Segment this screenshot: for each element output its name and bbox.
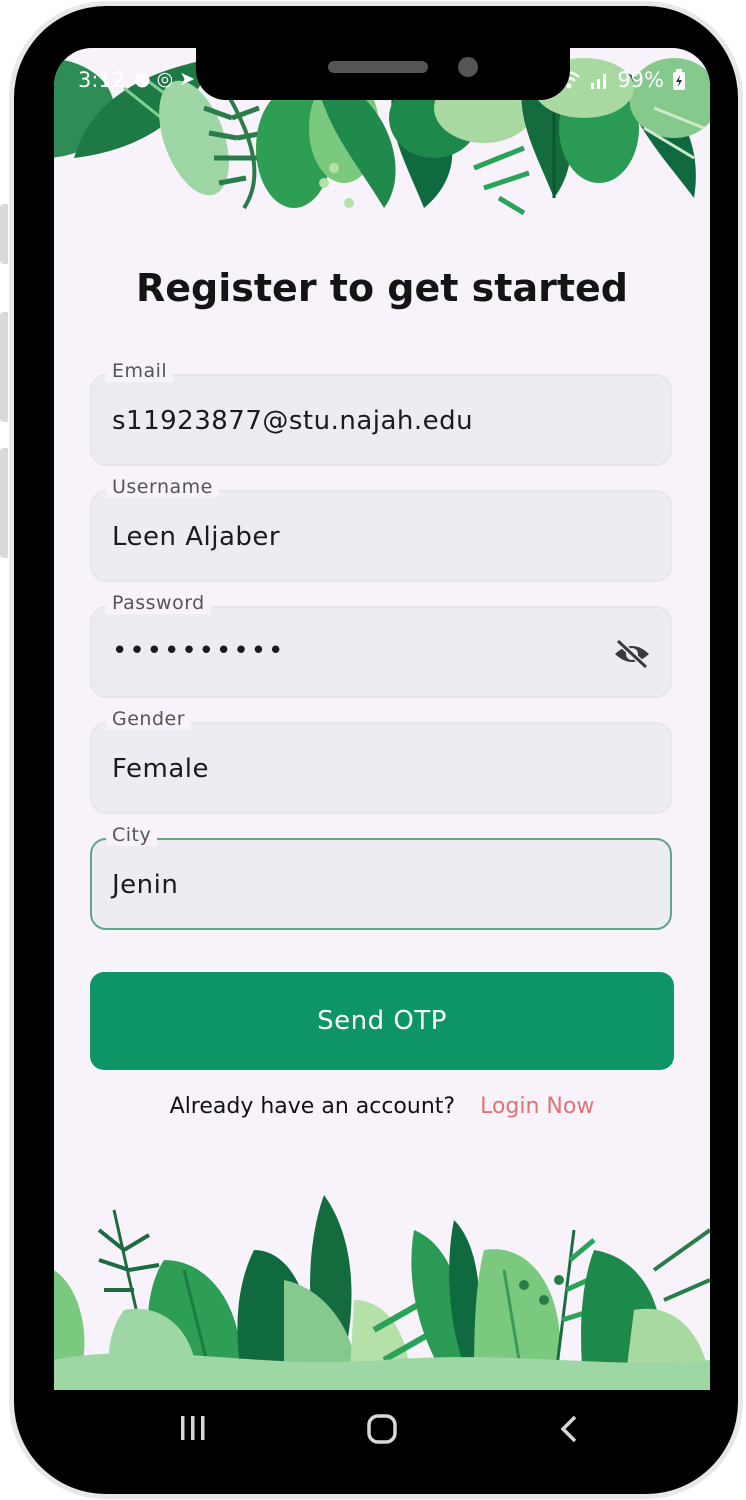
front-camera bbox=[458, 57, 478, 77]
facebook-icon: ● bbox=[134, 68, 157, 90]
username-value[interactable]: Leen Aljaber bbox=[112, 522, 280, 552]
side-button bbox=[0, 204, 8, 264]
system-nav-bar bbox=[54, 1390, 710, 1466]
home-icon[interactable] bbox=[366, 1414, 398, 1444]
camera-notch bbox=[196, 40, 570, 100]
page-title: Register to get started bbox=[136, 266, 628, 310]
volume-down-button bbox=[0, 448, 8, 558]
earpiece-speaker bbox=[328, 61, 428, 73]
city-field[interactable]: City Jenin bbox=[90, 824, 672, 930]
email-field[interactable]: Email s11923877@stu.najah.edu bbox=[90, 360, 672, 466]
password-field[interactable]: Password •••••••••• bbox=[90, 592, 672, 698]
status-time: 3:12 bbox=[78, 68, 126, 92]
city-value[interactable]: Jenin bbox=[112, 870, 178, 900]
gender-field[interactable]: Gender Female bbox=[90, 708, 672, 814]
volume-up-button bbox=[0, 312, 8, 422]
send-otp-button[interactable]: Send OTP bbox=[90, 972, 674, 1070]
eye-slash-icon[interactable] bbox=[612, 638, 652, 670]
bottom-foliage-decoration bbox=[54, 1195, 710, 1390]
app-screen: 3:12 ●◎➤ 99% Register to get started Ema… bbox=[54, 48, 710, 1390]
email-label: Email bbox=[106, 360, 174, 382]
username-label: Username bbox=[106, 476, 219, 498]
password-value[interactable]: •••••••••• bbox=[112, 636, 285, 666]
shield-icon: ◎ bbox=[156, 68, 180, 90]
city-label: City bbox=[106, 824, 158, 846]
login-now-link[interactable]: Login Now bbox=[480, 1094, 594, 1119]
email-value[interactable]: s11923877@stu.najah.edu bbox=[112, 406, 473, 436]
account-prompt-text: Already have an account? bbox=[169, 1094, 456, 1119]
back-icon[interactable] bbox=[558, 1414, 580, 1444]
password-label: Password bbox=[106, 592, 211, 614]
gender-value[interactable]: Female bbox=[112, 754, 209, 784]
recent-apps-icon[interactable] bbox=[178, 1414, 208, 1442]
status-left-icons: ●◎➤ bbox=[134, 68, 201, 90]
battery-percent: 99% bbox=[617, 68, 664, 92]
login-prompt-row: Already have an account? Login Now bbox=[54, 1094, 710, 1119]
signal-icon bbox=[591, 74, 607, 89]
gender-label: Gender bbox=[106, 708, 192, 730]
status-right-icons: 99% bbox=[557, 68, 686, 92]
battery-charging-icon bbox=[673, 69, 685, 90]
username-field[interactable]: Username Leen Aljaber bbox=[90, 476, 672, 582]
